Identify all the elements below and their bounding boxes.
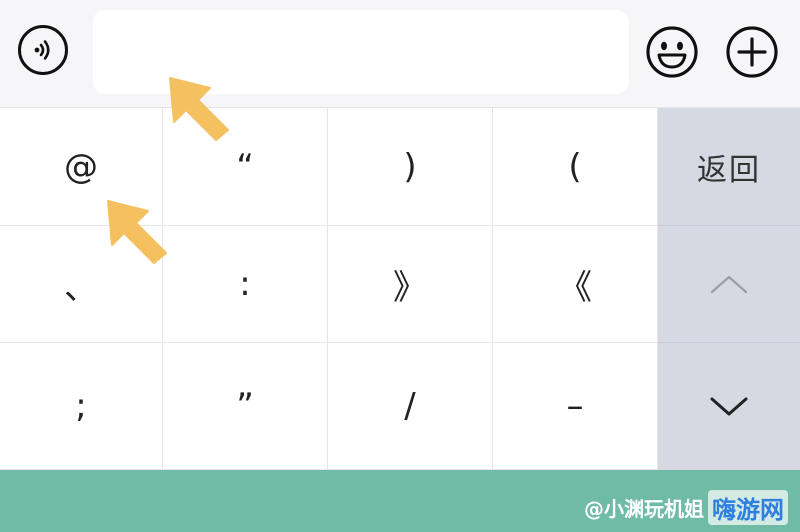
- watermark-author: @小渊玩机姐: [584, 497, 704, 521]
- chevron-down-icon: [710, 397, 748, 415]
- scroll-up-button[interactable]: [658, 226, 800, 343]
- add-more-button[interactable]: [725, 25, 779, 79]
- voice-wave-icon: [34, 40, 50, 60]
- plus-circle-icon: [726, 26, 778, 78]
- voice-input-button[interactable]: [18, 25, 68, 75]
- annotation-arrow-at-key: [107, 200, 167, 264]
- return-button[interactable]: 返回: [658, 108, 800, 226]
- return-label: 返回: [697, 152, 761, 188]
- key-dash[interactable]: –: [493, 343, 658, 470]
- scroll-down-button[interactable]: [658, 343, 800, 470]
- key-left-paren[interactable]: (: [493, 108, 658, 226]
- key-colon[interactable]: :: [163, 226, 328, 343]
- key-slash[interactable]: /: [328, 343, 493, 470]
- smiley-face-icon: [646, 26, 698, 78]
- watermark-site: 嗨游网: [708, 490, 788, 525]
- annotation-arrow-input: [169, 77, 229, 141]
- chevron-up-icon: [710, 275, 748, 294]
- key-semicolon[interactable]: ;: [0, 343, 163, 470]
- input-bar: [0, 0, 800, 108]
- side-column: 返回: [658, 108, 800, 470]
- emoji-button[interactable]: [645, 25, 699, 79]
- key-right-double-angle[interactable]: 》: [328, 226, 493, 343]
- key-right-double-quote[interactable]: ”: [163, 343, 328, 470]
- key-left-double-angle[interactable]: 《: [493, 226, 658, 343]
- watermark: @小渊玩机姐 嗨游网: [584, 490, 788, 525]
- key-right-paren[interactable]: ): [328, 108, 493, 226]
